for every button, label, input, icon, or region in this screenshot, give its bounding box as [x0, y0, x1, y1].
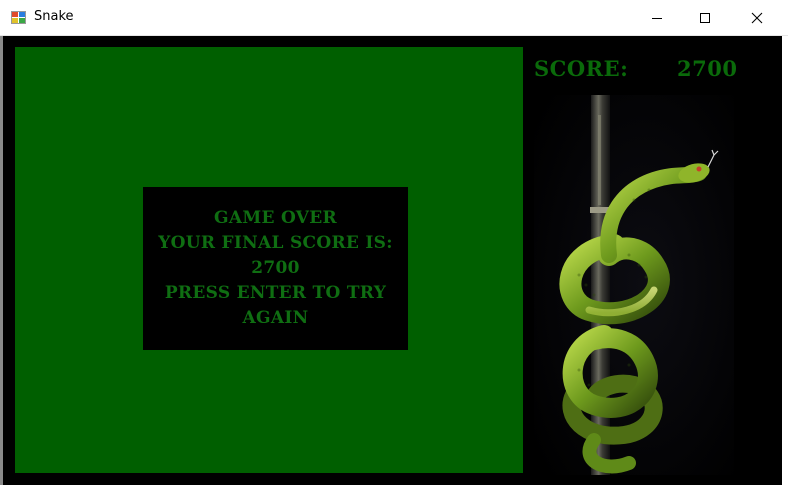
game-over-panel: GAME OVER YOUR FINAL SCORE IS: 2700 PRES…: [143, 187, 408, 350]
app-icon: [11, 11, 26, 24]
maximize-icon: [700, 12, 710, 23]
window-right-edge: [782, 36, 788, 485]
minimize-button[interactable]: [634, 0, 680, 35]
game-client-area[interactable]: GAME OVER YOUR FINAL SCORE IS: 2700 PRES…: [3, 36, 782, 485]
minimize-icon: [652, 17, 662, 19]
game-window: Snake GAME OVER YOUR FINAL SCORE IS: 270: [0, 0, 788, 485]
game-board[interactable]: GAME OVER YOUR FINAL SCORE IS: 2700 PRES…: [15, 47, 523, 473]
game-over-title: GAME OVER: [214, 208, 337, 228]
score-label: SCORE:: [534, 56, 629, 81]
final-score-label: YOUR FINAL SCORE IS:: [158, 233, 393, 253]
restart-instruction: PRESS ENTER TO TRY: [164, 283, 387, 303]
restart-instruction-cont: AGAIN: [242, 308, 309, 328]
final-score-value: 2700: [251, 258, 300, 278]
window-title: Snake: [34, 9, 74, 24]
close-button[interactable]: [734, 0, 780, 35]
maximize-button[interactable]: [682, 0, 728, 35]
close-icon: [751, 12, 763, 23]
score-value: 2700: [677, 56, 738, 81]
title-bar[interactable]: Snake: [0, 0, 788, 36]
green-snake-on-pole-image: [534, 95, 734, 475]
